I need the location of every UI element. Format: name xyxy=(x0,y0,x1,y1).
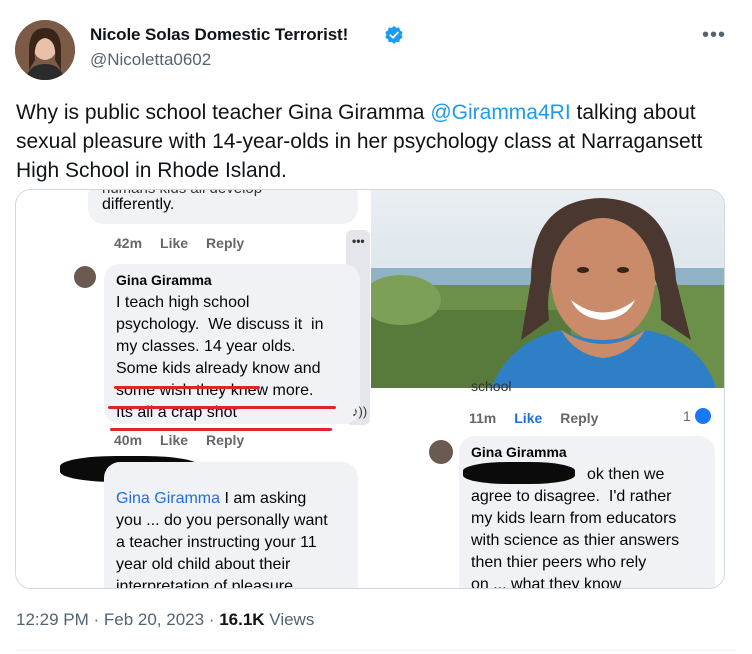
comment-line: agree to disagree. I'd rather xyxy=(471,488,672,505)
red-underline xyxy=(108,406,336,409)
reply-mention-link[interactable]: Gina Giramma xyxy=(116,490,220,507)
reply-line: Gina Giramma I am asking xyxy=(116,488,306,510)
audio-icon: ♪)) xyxy=(352,404,368,419)
comment-author[interactable]: Gina Giramma xyxy=(116,272,212,288)
like-link[interactable]: Like xyxy=(160,235,188,251)
comment-line: on ... what they know xyxy=(471,576,622,589)
reply-line: a teacher instructing your 11 xyxy=(116,534,317,551)
like-reaction-icon xyxy=(694,408,711,424)
comment-line: my classes. 14 year olds. xyxy=(116,338,296,355)
commenter-avatar xyxy=(74,266,96,288)
comment-bubble-gina: Gina Giramma I teach high school psychol… xyxy=(104,264,360,431)
views-count: 16.1K xyxy=(219,610,265,629)
left-screenshot: humans kids all develop differently. 42m… xyxy=(16,190,370,588)
tweet-text-part: Why is public school teacher Gina Giramm… xyxy=(16,101,431,124)
comment-time: 42m xyxy=(114,235,143,251)
tweet-time[interactable]: 12:29 PM xyxy=(16,610,89,629)
comment-partial-line: school xyxy=(471,378,512,394)
comment-line: some wish they knew more. xyxy=(116,382,314,399)
divider xyxy=(16,650,736,651)
comment-line: then thier peers who rely xyxy=(471,554,647,571)
right-screenshot: school 11m Like Reply 1 Gina Giramma ok th… xyxy=(371,378,724,589)
author-handle[interactable]: @Nicoletta0602 xyxy=(90,50,211,70)
views-label: Views xyxy=(264,610,315,629)
more-options-icon[interactable]: ••• xyxy=(702,24,726,47)
tweet-date[interactable]: Feb 20, 2023 xyxy=(104,610,204,629)
redaction-mark xyxy=(463,462,575,484)
like-link[interactable]: Like xyxy=(160,432,188,448)
verified-badge-icon xyxy=(385,25,403,44)
commenter-avatar xyxy=(429,440,453,464)
comment-line: I teach high school xyxy=(116,294,250,311)
comment-line: Some kids already know and xyxy=(116,360,321,377)
reaction-count: 1 xyxy=(683,408,711,424)
reply-link[interactable]: Reply xyxy=(560,410,598,426)
author-name[interactable]: Nicole Solas Domestic Terrorist! xyxy=(90,25,348,45)
separator: · xyxy=(88,610,104,629)
tweet-timestamp[interactable]: 12:29 PM · Feb 20, 2023 · 16.1K Views xyxy=(16,610,314,630)
comment-meta: 40m Like Reply xyxy=(114,432,262,448)
like-link[interactable]: Like xyxy=(514,410,542,426)
red-underline xyxy=(114,386,260,389)
comment-meta: 42m Like Reply xyxy=(114,235,262,251)
comment-time: 11m xyxy=(469,410,497,426)
reply-line: interpretation of pleasure xyxy=(116,578,293,589)
comment-bubble-gina: Gina Giramma ok then we agree to disagre… xyxy=(459,436,715,589)
comment-line: psychology. We discuss it in xyxy=(116,316,324,333)
tweet-media-image[interactable]: humans kids all develop differently. 42m… xyxy=(15,189,725,589)
reply-link[interactable]: Reply xyxy=(206,235,244,251)
comment-bubble: humans kids all develop differently. xyxy=(88,190,358,224)
comment-author[interactable]: Gina Giramma xyxy=(471,444,567,460)
comment-meta: 11m Like Reply xyxy=(469,410,616,426)
reply-bubble: Gina Giramma I am asking you ... do you … xyxy=(104,462,358,589)
scroll-dots-icon: ••• xyxy=(352,234,365,248)
comment-partial-line: differently. xyxy=(102,196,175,213)
mention-link[interactable]: @Giramma4RI xyxy=(430,101,570,124)
comment-time: 40m xyxy=(114,432,143,448)
teacher-photo xyxy=(371,190,724,388)
reply-line: you ... do you personally want xyxy=(116,512,328,529)
comment-line: my kids learn from educators xyxy=(471,510,677,527)
reply-text: I am asking xyxy=(220,490,307,507)
reply-line: year old child about their xyxy=(116,556,291,573)
reply-link[interactable]: Reply xyxy=(206,432,244,448)
reaction-count-value: 1 xyxy=(683,408,691,424)
comment-line: ok then we xyxy=(587,466,665,483)
tweet-text: Why is public school teacher Gina Giramm… xyxy=(16,98,736,185)
red-underline xyxy=(110,428,332,431)
separator: · xyxy=(204,610,220,629)
comment-line: with science as thier answers xyxy=(471,532,680,549)
author-avatar[interactable] xyxy=(15,20,75,80)
